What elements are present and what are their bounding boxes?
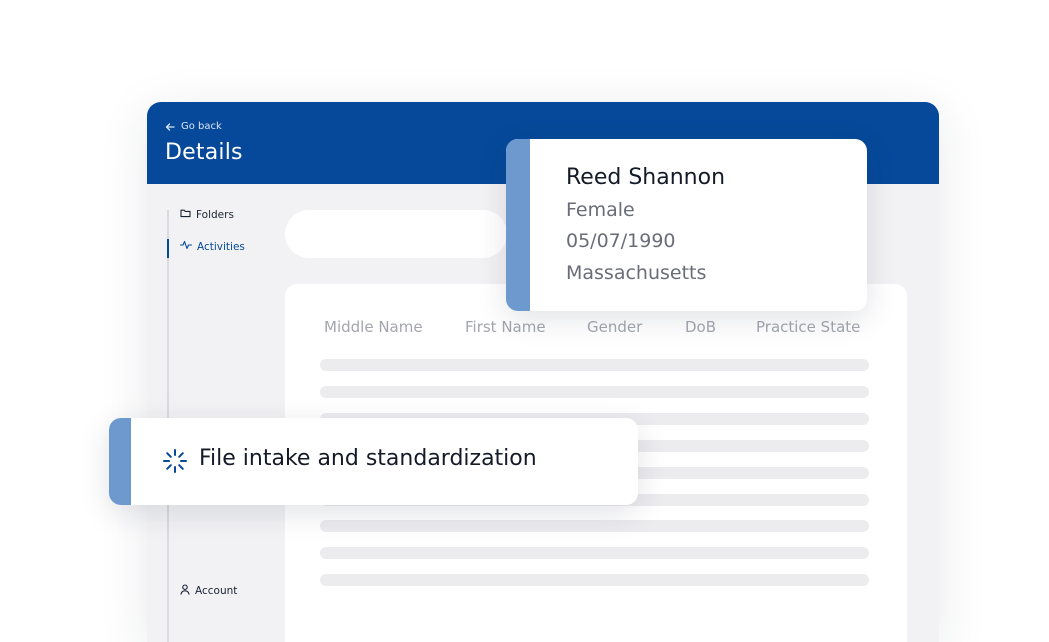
task-status-card: File intake and standardization (109, 418, 638, 505)
table-row-placeholder (320, 386, 869, 398)
sidebar-item-account[interactable]: Account (180, 584, 237, 598)
card-accent-bar (506, 139, 530, 311)
card-accent-bar (109, 418, 131, 505)
column-header-practice-state[interactable]: Practice State (756, 318, 860, 336)
sidebar-item-label: Account (195, 585, 238, 597)
go-back-link[interactable]: Go back (165, 121, 222, 132)
table-row-placeholder (320, 547, 869, 559)
task-label: File intake and standardization (199, 446, 537, 471)
user-icon (180, 584, 190, 598)
go-back-label: Go back (181, 121, 222, 132)
column-header-middle-name[interactable]: Middle Name (324, 318, 423, 336)
sidebar-item-activities[interactable]: Activities (179, 240, 245, 253)
table-row-placeholder (320, 520, 869, 532)
activity-icon (179, 240, 193, 253)
person-gender: Female (566, 199, 635, 221)
search-input[interactable] (285, 210, 507, 258)
page-title: Details (165, 140, 243, 165)
arrow-left-icon (165, 122, 175, 132)
column-header-first-name[interactable]: First Name (465, 318, 546, 336)
person-dob: 05/07/1990 (566, 230, 676, 252)
person-name: Reed Shannon (566, 165, 726, 190)
sidebar-item-label: Activities (197, 240, 245, 253)
table-row-placeholder (320, 359, 869, 371)
column-header-gender[interactable]: Gender (587, 318, 642, 336)
table-row-placeholder (320, 574, 869, 586)
sidebar-active-marker (167, 239, 169, 258)
column-header-dob[interactable]: DoB (685, 318, 716, 336)
person-summary-card: Reed Shannon Female 05/07/1990 Massachus… (506, 139, 867, 311)
sidebar-item-folders[interactable]: Folders (180, 208, 234, 221)
person-state: Massachusetts (566, 262, 707, 284)
folder-icon (180, 208, 191, 221)
sidebar-item-label: Folders (196, 208, 234, 221)
loading-spinner-icon (162, 448, 188, 478)
